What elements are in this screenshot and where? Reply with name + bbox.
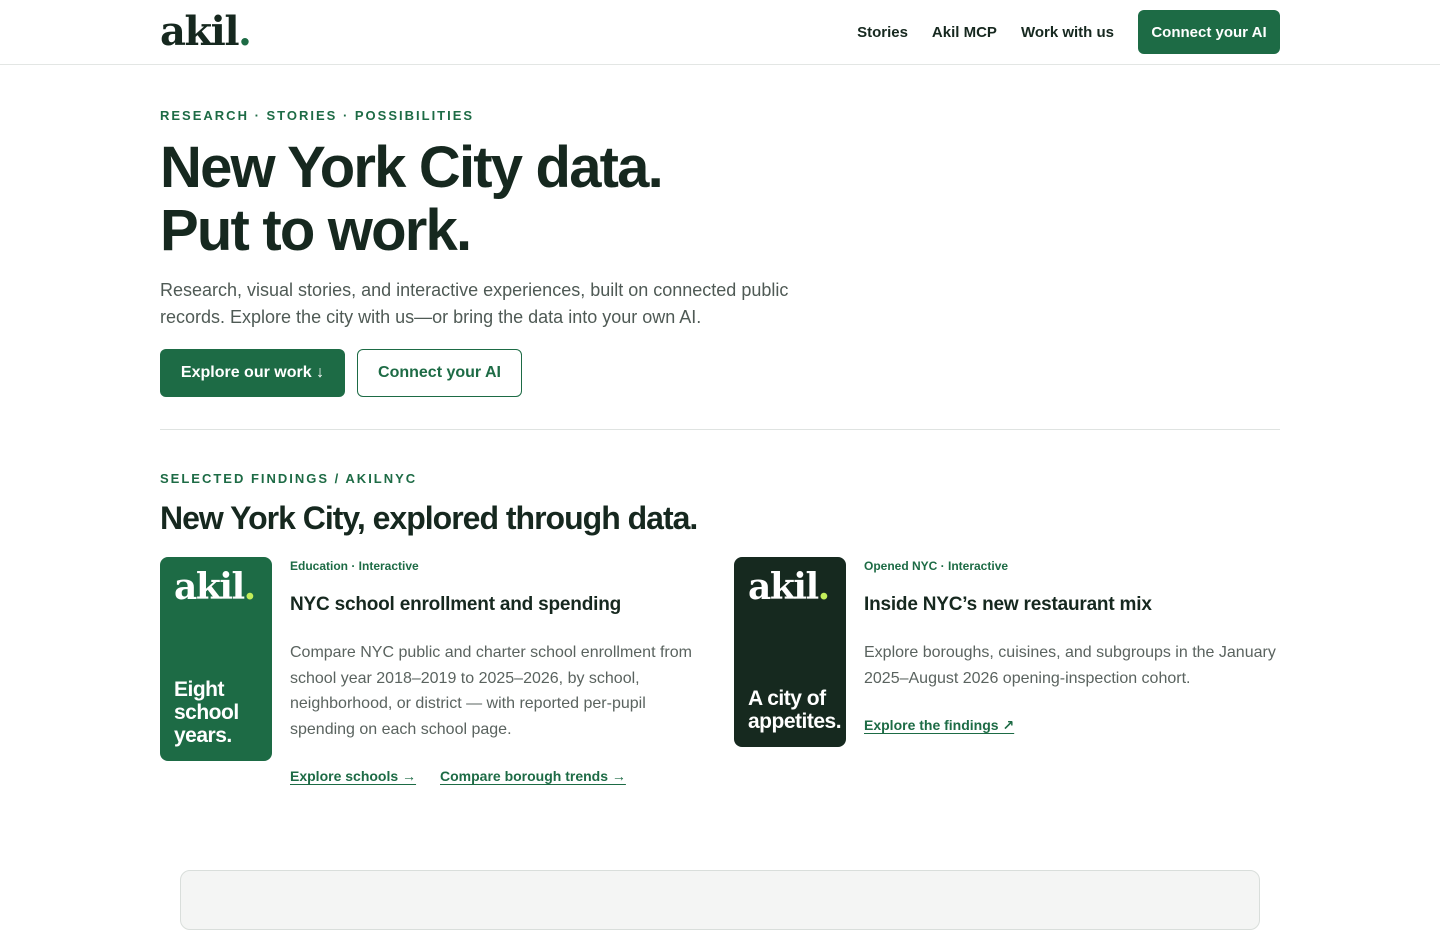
hero-connect-ai-button[interactable]: Connect your AI	[357, 349, 522, 397]
explore-findings-link[interactable]: Explore the findings ↗	[864, 717, 1014, 734]
card-title[interactable]: Inside NYC’s new restaurant mix	[864, 594, 1152, 616]
thumbnail-logo-dot: .	[817, 566, 831, 608]
header-connect-ai-button[interactable]: Connect your AI	[1138, 10, 1280, 54]
card-description: Compare NYC public and charter school en…	[290, 644, 692, 739]
thumbnail-logo-dot: .	[243, 566, 257, 608]
findings-eyebrow: SELECTED FINDINGS / AKILNYC	[160, 471, 418, 486]
thumbnail-caption: Eight school years.	[174, 678, 239, 747]
hero-title-line-2: Put to work.	[160, 198, 472, 263]
restaurant-card-thumbnail[interactable]: akil. A city of appetites.	[734, 557, 846, 747]
card-meta: Opened NYC · Interactive	[864, 559, 1009, 573]
compare-borough-trends-link[interactable]: Compare borough trends →	[440, 768, 626, 784]
site-header: akil. Stories Akil MCP Work with us Conn…	[0, 0, 1440, 65]
card-title[interactable]: NYC school enrollment and spending	[290, 594, 621, 616]
bottom-panel	[180, 870, 1260, 930]
nav-link-stories[interactable]: Stories	[857, 24, 908, 41]
school-card-thumbnail[interactable]: akil. Eight school years.	[160, 557, 272, 761]
hero-subtitle: Research, visual stories, and interactiv…	[160, 280, 789, 327]
thumbnail-logo-text: akil	[748, 566, 819, 608]
hero-title-line-1: New York City data.	[160, 135, 664, 200]
explore-schools-link[interactable]: Explore schools →	[290, 768, 416, 784]
explore-our-work-button[interactable]: Explore our work ↓	[160, 349, 345, 397]
nav-link-work-with-us[interactable]: Work with us	[1021, 24, 1114, 41]
logo-dot: .	[238, 8, 252, 55]
card-meta: Education · Interactive	[290, 559, 419, 573]
nav-link-akil-mcp[interactable]: Akil MCP	[932, 24, 997, 41]
hero-eyebrow: RESEARCH · STORIES · POSSIBILITIES	[160, 108, 475, 123]
site-logo[interactable]: akil.	[160, 8, 252, 56]
thumbnail-logo-text: akil	[174, 566, 245, 608]
thumbnail-caption: A city of appetites.	[748, 687, 842, 733]
card-description: Explore boroughs, cuisines, and subgroup…	[864, 644, 1276, 687]
main-nav: Stories Akil MCP Work with us Connect yo…	[857, 10, 1280, 54]
hero-title: New York City data. Put to work.	[160, 136, 960, 262]
thumbnail-logo: akil.	[174, 567, 258, 607]
findings-title: New York City, explored through data.	[160, 500, 698, 536]
thumbnail-logo: akil.	[748, 567, 832, 607]
logo-text: akil	[160, 8, 240, 55]
section-divider	[160, 429, 1280, 430]
